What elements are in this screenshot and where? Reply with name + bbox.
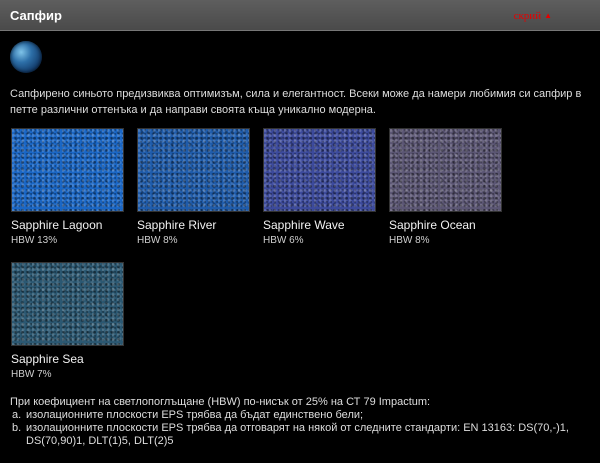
swatch-image: [11, 262, 124, 346]
sapphire-gem-icon: [10, 41, 42, 73]
triangle-up-icon: ▲: [544, 11, 552, 20]
swatch-hbw: HBW 8%: [389, 235, 430, 246]
list-item: b. изолационните плоскости EPS трябва да…: [10, 422, 595, 448]
swatch-image: [137, 128, 250, 212]
swatch-name: Sapphire Lagoon: [11, 218, 103, 232]
note-intro: При коефициент на светлопоглъщане (HBW) …: [10, 396, 431, 408]
list-item-text: изолационните плоскости EPS трябва да от…: [26, 422, 569, 447]
swatch-sapphire-sea[interactable]: Sapphire Sea HBW 7%: [11, 262, 124, 380]
hide-link-label: скрий: [513, 10, 542, 22]
swatch-sapphire-lagoon[interactable]: Sapphire Lagoon HBW 13%: [11, 128, 124, 246]
swatch-name: Sapphire River: [137, 218, 217, 232]
list-item: a. изолационните плоскости EPS трябва да…: [10, 409, 595, 422]
list-item-text: изолационните плоскости EPS трябва да бъ…: [26, 409, 364, 421]
hide-link[interactable]: скрий ▲: [514, 10, 552, 22]
swatch-name: Sapphire Sea: [11, 352, 84, 366]
swatch-sapphire-river[interactable]: Sapphire River HBW 8%: [137, 128, 250, 246]
list-marker: a.: [12, 409, 22, 421]
panel-title: Сапфир: [10, 8, 62, 23]
intro-text: Сапфирено синьото предизвиква оптимизъм,…: [10, 88, 582, 116]
swatch-name: Sapphire Wave: [263, 218, 345, 232]
swatch-name: Sapphire Ocean: [389, 218, 476, 232]
swatch-image: [389, 128, 502, 212]
hbw-note: При коефициент на светлопоглъщане (HBW) …: [10, 396, 595, 448]
swatch-image: [263, 128, 376, 212]
swatch-hbw: HBW 6%: [263, 235, 304, 246]
swatch-hbw: HBW 7%: [11, 369, 52, 380]
swatch-image: [11, 128, 124, 212]
list-marker: b.: [12, 422, 22, 434]
note-list: a. изолационните плоскости EPS трябва да…: [10, 409, 595, 448]
swatch-hbw: HBW 8%: [137, 235, 178, 246]
swatch-sapphire-ocean[interactable]: Sapphire Ocean HBW 8%: [389, 128, 502, 246]
swatch-hbw: HBW 13%: [11, 235, 58, 246]
swatch-sapphire-wave[interactable]: Sapphire Wave HBW 6%: [263, 128, 376, 246]
panel-header: Сапфир скрий ▲: [0, 0, 600, 31]
